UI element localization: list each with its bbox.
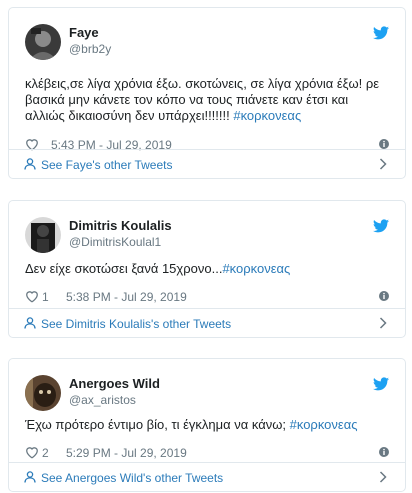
author-handle[interactable]: @ax_aristos [69,392,160,408]
chevron-right-icon [379,317,387,329]
info-icon[interactable] [379,447,389,457]
twitter-bird-icon[interactable] [373,377,389,391]
heart-icon[interactable] [25,290,39,303]
like-count: 2 [42,446,49,460]
person-icon [24,471,36,483]
person-icon [24,158,36,170]
tweet-card-dimitris: Dimitris Koulalis @DimitrisKoulal1 Δεν ε… [8,200,406,338]
tweet-text: κλέβεις,σε λίγα χρόνια έξω. σκοτώνεις, σ… [9,76,405,124]
tweet-header: Dimitris Koulalis @DimitrisKoulal1 [9,201,405,259]
see-other-tweets-label[interactable]: See Faye's other Tweets [41,158,172,172]
hashtag-link[interactable]: #κορκονεας [222,261,290,276]
like-count: 1 [42,290,49,304]
author-name[interactable]: Dimitris Koulalis [69,218,172,234]
avatar[interactable] [25,375,61,411]
see-other-tweets-label[interactable]: See Dimitris Koulalis's other Tweets [41,317,231,331]
person-icon [24,317,36,329]
heart-icon[interactable] [25,446,39,459]
tweet-text: Έχω πρότερο έντιμο βίο, τι έγκλημα να κά… [9,417,405,433]
avatar[interactable] [25,24,61,60]
twitter-bird-icon[interactable] [373,219,389,233]
hashtag-link[interactable]: #κορκονεας [233,108,301,123]
see-other-tweets-link[interactable]: See Faye's other Tweets [9,149,405,178]
chevron-right-icon [379,471,387,483]
hashtag-link[interactable]: #κορκονεας [290,417,358,432]
see-other-tweets-link[interactable]: See Anergoes Wild's other Tweets [9,462,405,491]
twitter-bird-icon[interactable] [373,26,389,40]
author-name[interactable]: Faye [69,25,111,41]
chevron-right-icon [379,158,387,170]
author-handle[interactable]: @DimitrisKoulal1 [69,234,172,250]
avatar[interactable] [25,217,61,253]
tweet-text-body: κλέβεις,σε λίγα χρόνια έξω. σκοτώνεις, σ… [25,76,380,123]
see-other-tweets-link[interactable]: See Dimitris Koulalis's other Tweets [9,308,405,337]
tweet-header: Anergoes Wild @ax_aristos [9,359,405,417]
tweet-card-anergoes: Anergoes Wild @ax_aristos Έχω πρότερο έν… [8,358,406,492]
see-other-tweets-label[interactable]: See Anergoes Wild's other Tweets [41,471,223,485]
tweet-text-body: Έχω πρότερο έντιμο βίο, τι έγκλημα να κά… [25,417,290,432]
tweet-text: Δεν είχε σκοτώσει ξανά 15χρονο...#κορκον… [9,261,405,277]
tweet-text-body: Δεν είχε σκοτώσει ξανά 15χρονο... [25,261,223,276]
tweet-header: Faye @brb2y [9,8,405,66]
info-icon[interactable] [379,139,389,149]
tweet-timestamp[interactable]: 5:38 PM - Jul 29, 2019 [66,290,187,304]
tweet-timestamp[interactable]: 5:29 PM - Jul 29, 2019 [66,446,187,460]
author-name[interactable]: Anergoes Wild [69,376,160,392]
info-icon[interactable] [379,291,389,301]
author-handle[interactable]: @brb2y [69,41,111,57]
tweet-card-faye: Faye @brb2y κλέβεις,σε λίγα χρόνια έξω. … [8,7,406,179]
